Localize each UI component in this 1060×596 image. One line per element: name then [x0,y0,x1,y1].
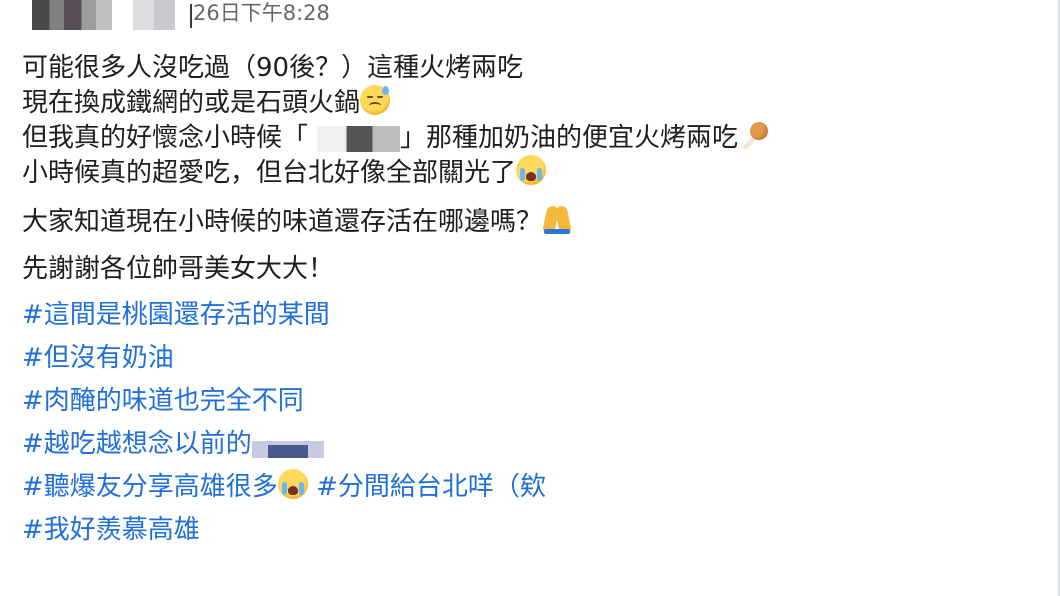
post-line-3: 但我真的好懷念小時候「 」那種加奶油的便宜火烤兩吃 [22,120,1042,155]
hashtag-6-text[interactable]: #我好羨慕高雄 [22,515,200,545]
downcast-sweat-face-icon [360,85,391,115]
hashtag-4-text[interactable]: #越吃越想念以前的 [22,429,252,459]
post-line-1: 可能很多人沒吃過（90後？）這種火烤兩吃 [22,52,1042,85]
post-line-1-text: 可能很多人沒吃過（90後？）這種火烤兩吃 [22,53,524,83]
hashtag-5b-text[interactable]: #分間給台北咩（欸 [316,472,546,502]
post-line-6-text: 先謝謝各位帥哥美女大大！ [22,254,335,284]
hashtag-3-text[interactable]: #肉醃的味道也完全不同 [22,386,304,416]
post-timestamp[interactable]: 26日下午8:28 [193,0,330,26]
hashtag-4[interactable]: #越吃越想念以前的 [22,423,1042,466]
post-line-2: 現在換成鐵網的或是石頭火鍋 [22,85,1042,120]
blurred-hashtag-suffix [251,431,324,458]
post-line-2-text: 現在換成鐵網的或是石頭火鍋 [22,88,361,118]
hashtag-2[interactable]: #但沒有奶油 [22,337,1042,380]
hashtag-5a-text[interactable]: #聽爆友分享高雄很多 [22,472,278,502]
hashtag-3[interactable]: #肉醃的味道也完全不同 [22,380,1042,423]
hashtag-line-5: #聽爆友分享高雄很多 #分間給台北咩（欸 [22,466,1042,509]
hashtag-6[interactable]: #我好羨慕高雄 [22,509,1042,552]
blurred-author-name[interactable] [133,0,175,30]
hashtag-1-text[interactable]: #這間是桃園還存活的某間 [22,300,330,330]
hashtag-2-text[interactable]: #但沒有奶油 [22,343,174,373]
post-body: 可能很多人沒吃過（90後？）這種火烤兩吃 現在換成鐵網的或是石頭火鍋 但我真的好… [22,52,1042,552]
post-line-5-text: 大家知道現在小時候的味道還存活在哪邊嗎？ [22,207,543,237]
folded-hands-icon [542,204,572,234]
post-line-4-text: 小時候真的超愛吃，但台北好像全部關光了 [22,158,517,188]
post-header: 26日下午8:28 [0,0,1060,30]
hashtag-1[interactable]: #這間是桃園還存活的某間 [22,294,1042,337]
post-line-6: 先謝謝各位帥哥美女大大！ [22,253,1042,286]
post-line-4: 小時候真的超愛吃，但台北好像全部關光了 [22,155,1042,190]
poultry-leg-icon [738,120,770,151]
loudly-crying-face-icon [516,155,547,185]
blurred-avatar[interactable] [32,0,112,30]
loudly-crying-face-icon [277,469,308,499]
cursor-bar [190,4,192,28]
blurred-restaurant-name [308,125,401,152]
post-line-5: 大家知道現在小時候的味道還存活在哪邊嗎？ [22,204,1042,239]
post-line-3-text-start: 但我真的好懷念小時候「 [22,123,309,153]
post-line-3-text-end: 」那種加奶油的便宜火烤兩吃 [400,123,739,153]
